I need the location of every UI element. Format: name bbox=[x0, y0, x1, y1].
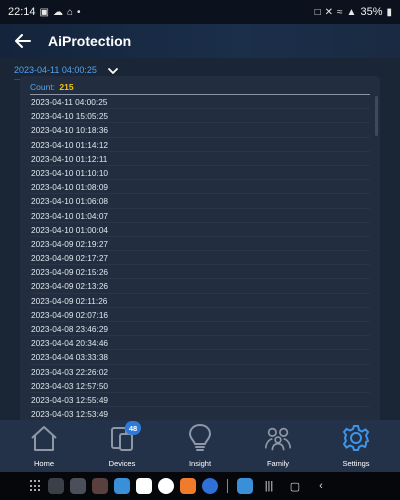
status-right: □ ✕ ≈ ▲ 35% ▮ bbox=[315, 6, 392, 18]
log-entry: 2023-04-10 01:00:04 bbox=[30, 223, 370, 237]
count-row: Count: 215 bbox=[30, 82, 74, 92]
asus-router-app-icon[interactable] bbox=[237, 478, 253, 494]
log-entry: 2023-04-10 01:04:07 bbox=[30, 209, 370, 223]
log-entry: 2023-04-09 02:19:27 bbox=[30, 237, 370, 252]
lightbulb-icon bbox=[185, 422, 215, 454]
log-entry: 2023-04-10 01:14:12 bbox=[30, 138, 370, 152]
recents-icon[interactable]: ||| bbox=[259, 480, 279, 492]
family-icon bbox=[263, 422, 293, 454]
log-entry: 2023-04-10 01:06:08 bbox=[30, 194, 370, 209]
wifi-icon: ≈ bbox=[337, 6, 343, 18]
log-entry: 2023-04-04 20:34:46 bbox=[30, 336, 370, 351]
nav-item-settings[interactable]: Settings bbox=[326, 420, 386, 472]
home-button-icon[interactable]: ▢ bbox=[285, 480, 305, 493]
mute-icon: ✕ bbox=[324, 6, 334, 18]
log-entry: 2023-04-09 02:11:26 bbox=[30, 294, 370, 308]
log-entry: 2023-04-04 03:33:38 bbox=[30, 350, 370, 365]
nav-item-home[interactable]: Home bbox=[14, 420, 74, 472]
main-content: 2023-04-11 04:00:25 Count: 215 2023-04-1… bbox=[0, 58, 400, 422]
log-entry: 2023-04-10 15:05:25 bbox=[30, 109, 370, 124]
log-entry: 2023-04-03 12:57:50 bbox=[30, 379, 370, 393]
bottom-nav: Home 48 Devices Insight Family Settings bbox=[0, 420, 400, 472]
log-entry: 2023-04-08 23:46:29 bbox=[30, 322, 370, 337]
chevron-down-icon bbox=[107, 64, 119, 76]
back-arrow-icon[interactable] bbox=[12, 30, 34, 52]
folder-app-icon[interactable] bbox=[92, 478, 108, 494]
log-entry: 2023-04-09 02:15:26 bbox=[30, 265, 370, 280]
folder-app-icon[interactable] bbox=[48, 478, 64, 494]
status-left: 22:14 ▣ ☁ ⌂ • bbox=[8, 6, 81, 18]
log-list[interactable]: 2023-04-11 04:00:25 2023-04-10 15:05:25 20… bbox=[30, 95, 370, 422]
log-entry: 2023-04-09 02:13:26 bbox=[30, 279, 370, 294]
battery-percent: 35% bbox=[360, 6, 383, 18]
taskbar-separator bbox=[227, 479, 228, 493]
log-entry: 2023-04-10 01:12:11 bbox=[30, 152, 370, 166]
devices-badge: 48 bbox=[125, 421, 141, 435]
nav-label-home: Home bbox=[33, 459, 54, 468]
log-entry: 2023-04-03 12:55:49 bbox=[30, 393, 370, 408]
log-entry: 2023-04-09 02:07:16 bbox=[30, 308, 370, 322]
nav-item-insight[interactable]: Insight bbox=[170, 420, 230, 472]
log-entry: 2023-04-10 01:08:09 bbox=[30, 180, 370, 195]
nav-label-settings: Settings bbox=[342, 459, 370, 468]
log-panel: Count: 215 2023-04-11 04:00:25 2023-04-10… bbox=[20, 76, 380, 422]
count-value: 215 bbox=[59, 82, 74, 92]
status-time: 22:14 bbox=[8, 6, 36, 18]
cloud-icon: ☁ bbox=[52, 6, 63, 18]
log-entry: 2023-04-10 01:10:10 bbox=[30, 166, 370, 181]
home-icon: ⌂ bbox=[66, 6, 74, 18]
scrollbar[interactable] bbox=[375, 96, 378, 136]
gmail-icon[interactable] bbox=[136, 478, 152, 494]
date-dropdown-value: 2023-04-11 04:00:25 bbox=[14, 65, 97, 75]
log-entry: 2023-04-11 04:00:25 bbox=[30, 95, 370, 110]
gear-icon bbox=[341, 422, 371, 454]
folder-app-icon[interactable] bbox=[70, 478, 86, 494]
app-drawer-icon[interactable] bbox=[30, 480, 42, 492]
count-label: Count: bbox=[30, 82, 56, 92]
dot-icon: • bbox=[77, 6, 81, 18]
nav-label-devices: Devices bbox=[108, 459, 136, 468]
nav-item-family[interactable]: Family bbox=[248, 420, 308, 472]
nav-item-devices[interactable]: 48 Devices bbox=[92, 420, 152, 472]
status-bar: 22:14 ▣ ☁ ⌂ • □ ✕ ≈ ▲ 35% ▮ bbox=[0, 0, 400, 24]
nfc-icon: □ bbox=[314, 6, 321, 18]
log-entry: 2023-04-10 10:18:36 bbox=[30, 123, 370, 138]
phone-icon[interactable] bbox=[202, 478, 218, 494]
log-entry: 2023-04-09 02:17:27 bbox=[30, 251, 370, 266]
battery-icon: ▮ bbox=[386, 6, 392, 18]
asus-router-app-icon[interactable] bbox=[114, 478, 130, 494]
photo-icon: ▣ bbox=[39, 6, 49, 18]
log-entry: 2023-04-03 22:26:02 bbox=[30, 365, 370, 379]
system-taskbar: ||| ▢ ‹ bbox=[0, 472, 400, 500]
signal-icon: ▲ bbox=[346, 6, 357, 18]
app-icon[interactable] bbox=[180, 478, 196, 494]
chrome-icon[interactable] bbox=[158, 478, 174, 494]
home-icon bbox=[29, 422, 59, 454]
nav-label-family: Family bbox=[266, 459, 290, 468]
app-header: AiProtection bbox=[0, 24, 400, 58]
nav-label-insight: Insight bbox=[188, 459, 212, 468]
back-button-icon[interactable]: ‹ bbox=[311, 480, 331, 492]
page-title: AiProtection bbox=[48, 33, 132, 49]
